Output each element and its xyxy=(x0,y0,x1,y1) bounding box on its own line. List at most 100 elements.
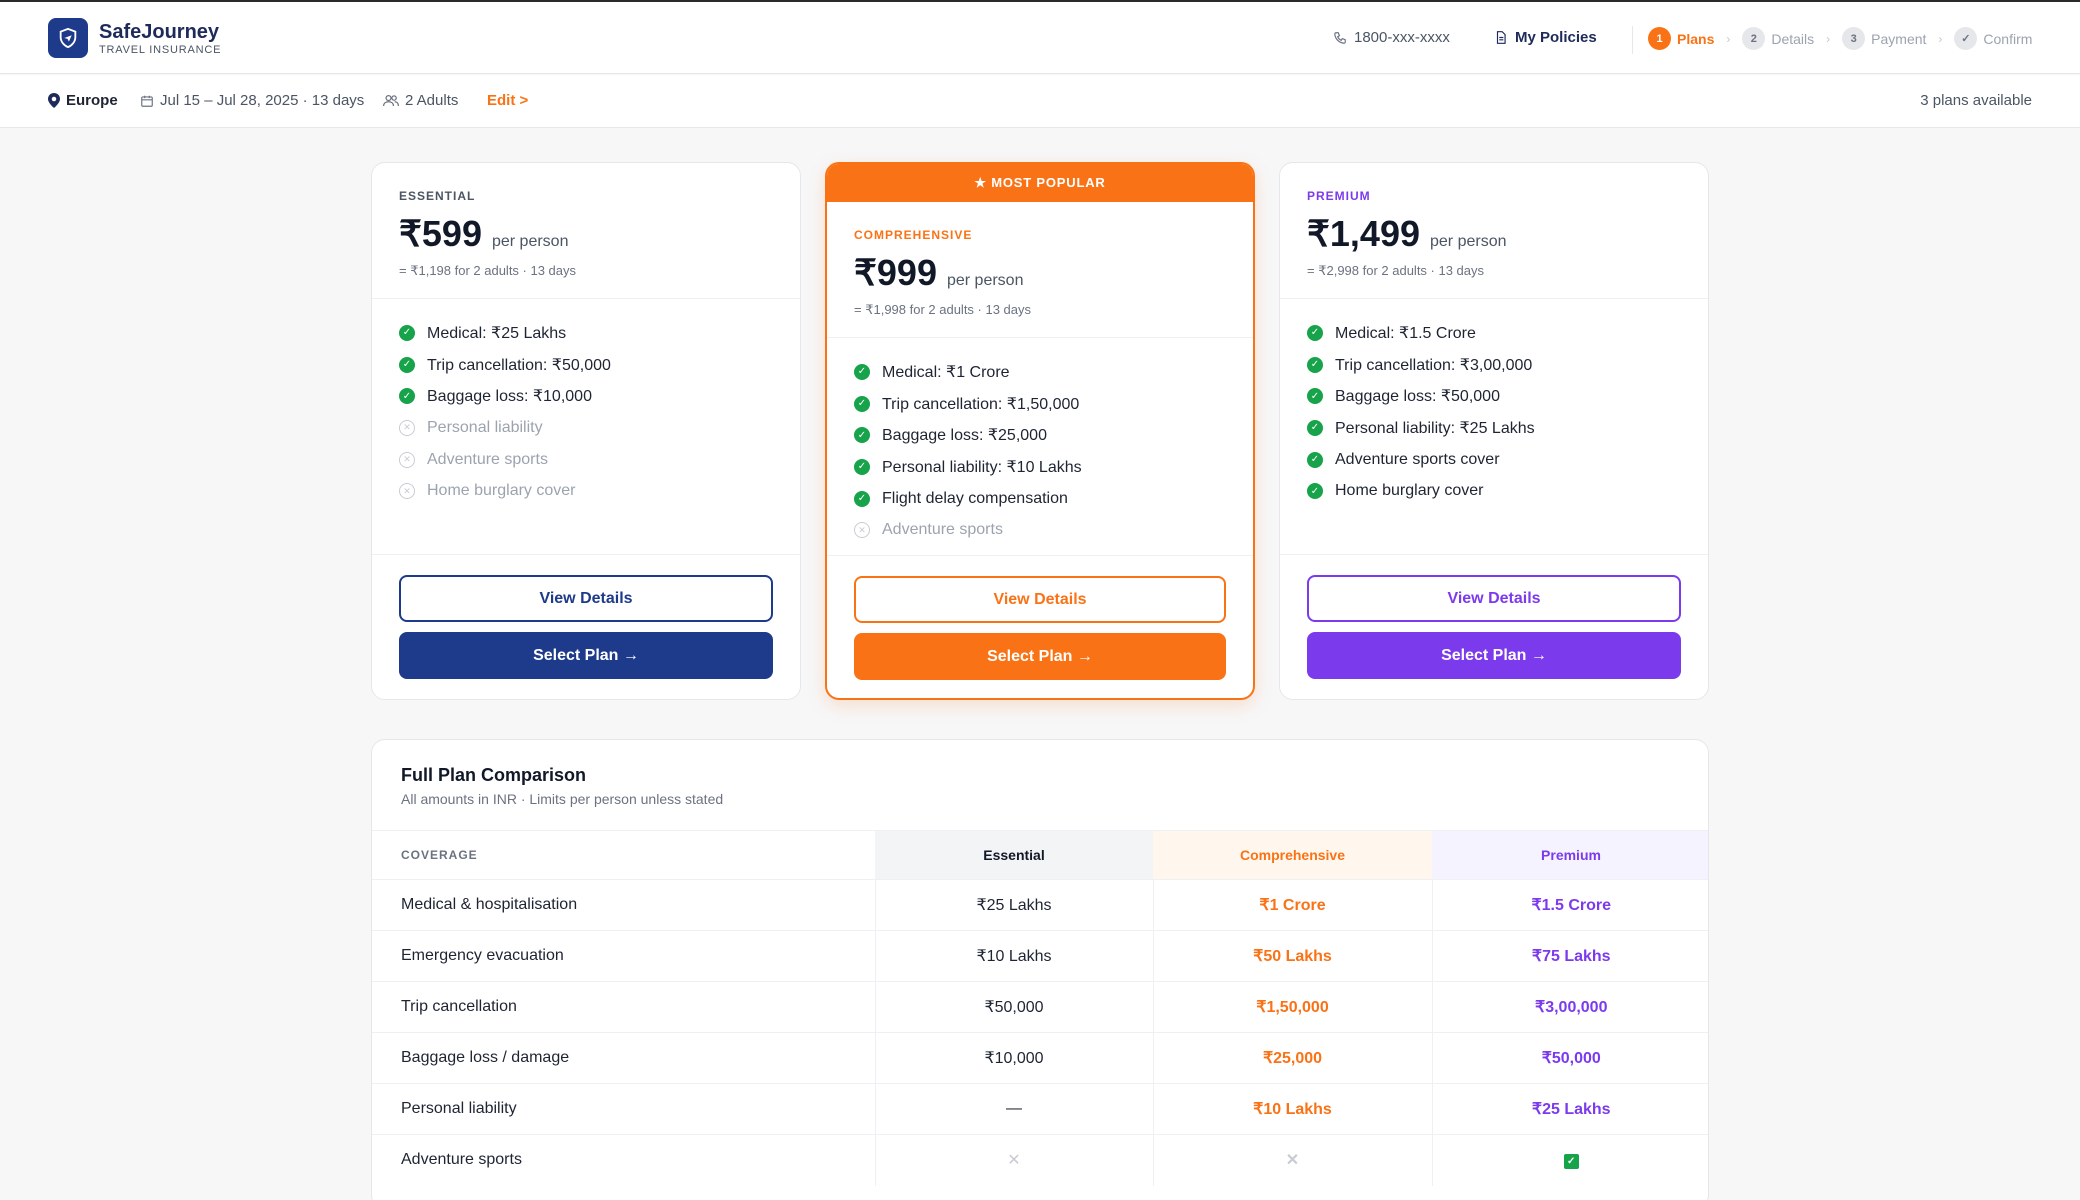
travel-dates: Jul 15 – Jul 28, 2025 · 13 days xyxy=(140,92,364,109)
plan-total: = ₹1,198 for 2 adults · 13 days xyxy=(399,263,577,278)
price-row: ₹599 per person xyxy=(399,213,773,255)
comparison-subtitle: All amounts in INR · Limits per person u… xyxy=(401,791,724,807)
essential-value: ✕ xyxy=(874,1134,1153,1186)
check-circle-icon: ✓ xyxy=(854,458,870,475)
brand-logo[interactable] xyxy=(48,18,88,58)
check-circle-icon: ✓ xyxy=(1307,388,1323,405)
feature-item-excluded: ✕ Adventure sports xyxy=(854,514,1226,546)
check-circle-icon: ✓ xyxy=(399,356,415,373)
feature-list: ✓ Medical: ₹1.5 Crore ✓ Trip cancellation:… xyxy=(1280,299,1708,555)
table-row: Adventure sports ✕ ✕ ✓ xyxy=(372,1134,1708,1186)
comprehensive-value: ₹1,50,000 xyxy=(1152,981,1432,1033)
premium-value: ₹25 Lakhs xyxy=(1431,1083,1708,1135)
feature-item: ✓ Personal liability: ₹25 Lakhs xyxy=(1307,412,1681,444)
select-plan-button[interactable]: Select Plan → xyxy=(854,633,1226,680)
select-plan-button[interactable]: Select Plan → xyxy=(1307,632,1681,679)
x-circle-icon: ✕ xyxy=(399,451,415,468)
view-details-button[interactable]: View Details xyxy=(854,576,1226,623)
feature-label: Adventure sports xyxy=(882,521,1003,539)
phone-icon xyxy=(1334,31,1346,44)
feature-item: ✓ Adventure sports cover xyxy=(1307,444,1681,476)
premium-value: ₹75 Lakhs xyxy=(1431,930,1708,982)
view-details-button[interactable]: View Details xyxy=(1307,575,1681,622)
check-circle-icon: ✓ xyxy=(854,490,870,507)
step-confirm[interactable]: ✓ Confirm xyxy=(1954,27,2032,50)
comprehensive-value: ₹25,000 xyxy=(1152,1032,1432,1084)
travellers-label: 2 Adults xyxy=(405,92,459,109)
calendar-icon xyxy=(141,95,153,107)
feature-item: ✓ Trip cancellation: ₹1,50,000 xyxy=(854,388,1226,420)
step-number: 3 xyxy=(1842,27,1866,50)
comprehensive-value: ₹1 Crore xyxy=(1152,879,1432,931)
feature-item-excluded: ✕ Adventure sports xyxy=(399,444,773,476)
price-unit: per person xyxy=(491,233,569,250)
plan-price: ₹1,499 xyxy=(1307,213,1420,254)
comprehensive-value: ₹10 Lakhs xyxy=(1152,1083,1432,1135)
feature-item: ✓ Medical: ₹1.5 Crore xyxy=(1307,317,1681,349)
price-unit: per person xyxy=(946,272,1024,289)
column-header-coverage: COVERAGE xyxy=(372,830,875,880)
coverage-label: Baggage loss / damage xyxy=(372,1032,875,1084)
feature-label: Trip cancellation: ₹3,00,000 xyxy=(1335,356,1533,374)
feature-item: ✓ Baggage loss: ₹50,000 xyxy=(1307,380,1681,412)
x-icon: ✕ xyxy=(1007,1152,1021,1170)
support-phone[interactable]: 1800-xxx-xxxx xyxy=(1333,29,1450,46)
coverage-label: Adventure sports xyxy=(372,1134,875,1186)
x-circle-icon: ✕ xyxy=(854,522,870,539)
plans-available-count: 3 plans available xyxy=(1920,92,2032,109)
feature-item: ✓ Flight delay compensation xyxy=(854,483,1226,515)
price-unit: per person xyxy=(1430,233,1507,250)
select-plan-button[interactable]: Select Plan → xyxy=(399,632,773,679)
step-details[interactable]: 2 Details xyxy=(1742,27,1814,50)
step-number: 2 xyxy=(1742,27,1766,50)
trip-summary-bar: Europe Jul 15 – Jul 28, 2025 · 13 days 2… xyxy=(0,75,2080,128)
coverage-label: Medical & hospitalisation xyxy=(372,879,875,931)
my-policies-link[interactable]: My Policies xyxy=(1494,29,1597,46)
feature-label: Trip cancellation: ₹50,000 xyxy=(427,356,611,374)
comprehensive-value: ₹50 Lakhs xyxy=(1152,930,1432,982)
feature-item-excluded: ✕ Personal liability xyxy=(399,412,773,444)
essential-value: ₹10 Lakhs xyxy=(874,930,1153,982)
plan-header: PREMIUM ₹1,499 per person = ₹2,998 for 2… xyxy=(1280,163,1708,299)
feature-label: Medical: ₹1.5 Crore xyxy=(1335,324,1476,342)
most-popular-banner: ★ MOST POPULAR xyxy=(827,164,1253,202)
edit-trip-link[interactable]: Edit > xyxy=(487,92,528,109)
x-icon: ✕ xyxy=(1285,1152,1300,1170)
plan-tier: COMPREHENSIVE xyxy=(854,228,973,242)
check-circle-icon: ✓ xyxy=(399,324,415,341)
coverage-label: Trip cancellation xyxy=(372,981,875,1033)
location-pin-icon xyxy=(48,93,60,108)
plan-card-comprehensive: ★ MOST POPULAR COMPREHENSIVE ₹999 per pe… xyxy=(825,162,1255,700)
check-circle-icon: ✓ xyxy=(1307,451,1323,468)
brand-name: SafeJourney xyxy=(99,21,220,43)
plan-tier: ESSENTIAL xyxy=(399,189,476,203)
feature-list: ✓ Medical: ₹1 Crore ✓ Trip cancellation: ₹… xyxy=(827,338,1253,556)
premium-value: ✓ xyxy=(1431,1134,1708,1186)
essential-value: ₹25 Lakhs xyxy=(874,879,1153,931)
dates-label: Jul 15 – Jul 28, 2025 · 13 days xyxy=(160,92,365,109)
step-label: Payment xyxy=(1871,30,1927,47)
essential-value: ₹10,000 xyxy=(874,1032,1153,1084)
feature-item: ✓ Personal liability: ₹10 Lakhs xyxy=(854,451,1226,483)
feature-label: Personal liability xyxy=(427,418,543,436)
plan-actions: View Details Select Plan → xyxy=(1280,555,1708,679)
feature-item: ✓ Medical: ₹1 Crore xyxy=(854,356,1226,388)
essential-value-none: — xyxy=(874,1083,1153,1135)
plan-tier: PREMIUM xyxy=(1307,189,1371,203)
feature-item: ✓ Baggage loss: ₹25,000 xyxy=(854,419,1226,451)
users-icon xyxy=(383,94,399,107)
plan-total: = ₹1,998 for 2 adults · 13 days xyxy=(854,302,1032,317)
premium-value: ₹1.5 Crore xyxy=(1431,879,1708,931)
step-plans[interactable]: 1 Plans xyxy=(1648,27,1714,50)
step-payment[interactable]: 3 Payment xyxy=(1842,27,1926,50)
price-row: ₹1,499 per person xyxy=(1307,213,1681,255)
view-details-button[interactable]: View Details xyxy=(399,575,773,622)
check-circle-icon: ✓ xyxy=(1307,483,1323,500)
x-circle-icon: ✕ xyxy=(399,483,415,500)
feature-label: Baggage loss: ₹25,000 xyxy=(882,427,1047,445)
step-label: Plans xyxy=(1677,30,1715,47)
check-circle-icon: ✓ xyxy=(399,388,415,405)
check-circle-icon: ✓ xyxy=(854,395,870,412)
column-header-essential: Essential xyxy=(875,830,1153,880)
document-icon xyxy=(1496,31,1506,44)
